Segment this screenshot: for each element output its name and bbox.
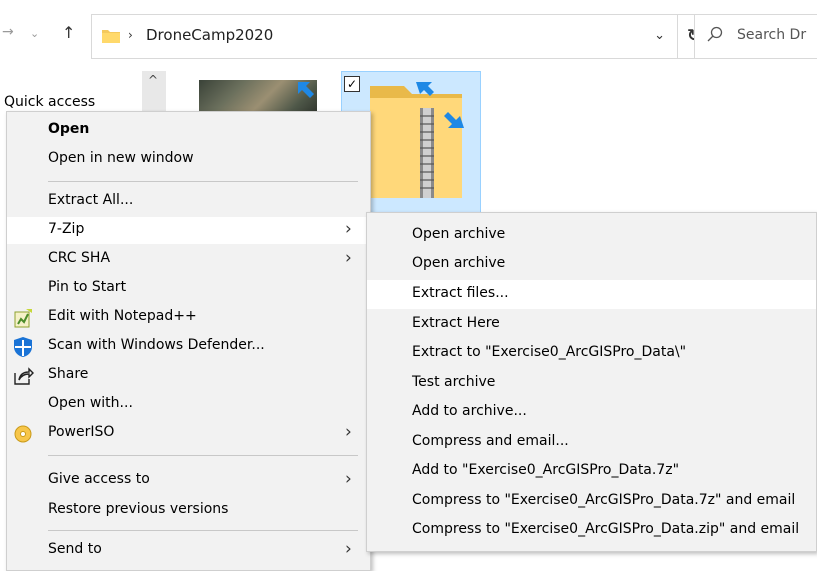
submenu-item-label: Compress to "Exercise0_ArcGISPro_Data.7z… <box>412 492 796 508</box>
poweriso-disc-icon <box>14 425 32 443</box>
submenu-item-compress-email[interactable]: Compress and email... <box>367 428 816 457</box>
submenu-item-label: Test archive <box>412 374 496 390</box>
up-arrow-icon[interactable]: ↑ <box>62 23 75 42</box>
notepadpp-icon <box>14 309 32 328</box>
submenu-item-label: Open archive <box>412 255 506 271</box>
submenu-item-label: Compress and email... <box>412 433 569 449</box>
submenu-item-compress-zip-email[interactable]: Compress to "Exercise0_ArcGISPro_Data.zi… <box>367 516 816 545</box>
menu-item-label: Send to <box>48 541 102 557</box>
submenu-arrow-icon: › <box>345 422 352 442</box>
submenu-arrow-icon: › <box>345 469 352 489</box>
menu-separator <box>48 530 358 531</box>
submenu-item-compress-7z-email[interactable]: Compress to "Exercise0_ArcGISPro_Data.7z… <box>367 487 816 516</box>
menu-item-label: 7-Zip <box>48 221 85 237</box>
address-toolbar: → ⌄ ↑ › DroneCamp2020 ⌄ ↻ Search Dr <box>0 0 817 71</box>
menu-item-label: Restore previous versions <box>48 501 229 517</box>
context-menu: Open Open in new window Extract All... 7… <box>6 111 371 571</box>
menu-item-open-with[interactable]: Open with... <box>7 391 370 419</box>
submenu-item-label: Add to archive... <box>412 403 527 419</box>
folder-icon <box>102 30 120 43</box>
address-dropdown-icon[interactable]: ⌄ <box>654 28 665 43</box>
7zip-submenu: Open archive Open archive Extract files.… <box>366 212 817 552</box>
menu-item-give-access[interactable]: Give access to › <box>7 467 370 495</box>
submenu-item-extract-here[interactable]: Extract Here <box>367 310 816 339</box>
recent-locations-chevron-icon[interactable]: ⌄ <box>30 27 39 40</box>
nav-pane-scrollbar[interactable]: ^ <box>142 71 166 116</box>
submenu-item-open-archive-2[interactable]: Open archive <box>367 250 816 279</box>
submenu-arrow-icon: › <box>345 539 352 559</box>
menu-item-edit-notepadpp[interactable]: Edit with Notepad++ <box>7 304 370 332</box>
submenu-arrow-icon: › <box>345 248 352 268</box>
menu-item-share[interactable]: Share <box>7 362 370 390</box>
menu-item-label: Give access to <box>48 471 150 487</box>
submenu-arrow-icon: › <box>345 219 352 239</box>
menu-item-crc-sha[interactable]: CRC SHA › <box>7 246 370 274</box>
menu-item-label: Edit with Notepad++ <box>48 308 197 324</box>
breadcrumb-chevron-icon: › <box>128 28 133 42</box>
menu-item-restore-versions[interactable]: Restore previous versions <box>7 497 370 525</box>
menu-item-open[interactable]: Open <box>7 117 370 145</box>
selection-checkbox[interactable]: ✓ <box>344 76 360 92</box>
menu-item-label: Scan with Windows Defender... <box>48 337 265 353</box>
breadcrumb-current-folder[interactable]: DroneCamp2020 <box>146 26 273 44</box>
menu-item-label: Share <box>48 366 89 382</box>
menu-item-7zip[interactable]: 7-Zip › <box>7 216 370 244</box>
menu-item-poweriso[interactable]: PowerISO › <box>7 420 370 448</box>
submenu-item-label: Extract to "Exercise0_ArcGISPro_Data\" <box>412 344 687 360</box>
submenu-item-add-to-7z[interactable]: Add to "Exercise0_ArcGISPro_Data.7z" <box>367 457 816 486</box>
menu-item-label: Open in new window <box>48 150 194 166</box>
submenu-item-test-archive[interactable]: Test archive <box>367 369 816 398</box>
menu-item-label: Open with... <box>48 395 133 411</box>
menu-item-pin-to-start[interactable]: Pin to Start <box>7 275 370 303</box>
nav-item-quick-access[interactable]: Quick access <box>4 94 95 110</box>
menu-item-label: Pin to Start <box>48 279 127 295</box>
search-input[interactable]: Search Dr <box>694 14 817 59</box>
windows-defender-shield-icon <box>14 337 32 357</box>
submenu-item-open-archive[interactable]: Open archive <box>367 221 816 250</box>
menu-item-extract-all[interactable]: Extract All... <box>7 188 370 216</box>
submenu-item-add-to-archive[interactable]: Add to archive... <box>367 398 816 427</box>
menu-item-label: CRC SHA <box>48 250 111 266</box>
menu-item-label: Open <box>48 121 90 137</box>
submenu-item-label: Extract files... <box>412 285 509 301</box>
compress-arrows-icon <box>298 82 314 98</box>
share-icon <box>14 367 34 385</box>
submenu-item-label: Add to "Exercise0_ArcGISPro_Data.7z" <box>412 462 680 478</box>
zip-folder-icon <box>370 82 464 198</box>
submenu-item-label: Extract Here <box>412 315 500 331</box>
menu-item-send-to[interactable]: Send to › <box>7 537 370 565</box>
back-arrow-icon[interactable]: → <box>2 24 14 40</box>
menu-item-label: Extract All... <box>48 192 134 208</box>
scroll-up-icon[interactable]: ^ <box>148 73 158 87</box>
menu-item-scan-defender[interactable]: Scan with Windows Defender... <box>7 333 370 361</box>
submenu-item-extract-files[interactable]: Extract files... <box>367 280 816 309</box>
search-placeholder: Search Dr <box>737 27 807 43</box>
menu-item-open-new-window[interactable]: Open in new window <box>7 146 370 174</box>
search-icon <box>707 26 723 42</box>
menu-separator <box>48 181 358 182</box>
address-bar[interactable]: › DroneCamp2020 ⌄ <box>91 14 678 59</box>
menu-item-label: PowerISO <box>48 424 115 440</box>
submenu-item-extract-to-folder[interactable]: Extract to "Exercise0_ArcGISPro_Data\" <box>367 339 816 368</box>
menu-separator <box>48 455 358 456</box>
submenu-item-label: Open archive <box>412 226 506 242</box>
submenu-item-label: Compress to "Exercise0_ArcGISPro_Data.zi… <box>412 521 800 537</box>
